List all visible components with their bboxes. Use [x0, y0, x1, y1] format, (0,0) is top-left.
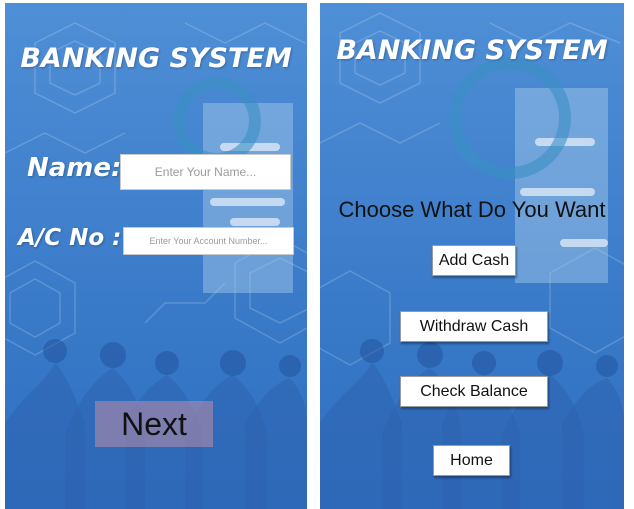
app-title: BANKING SYSTEM	[20, 43, 292, 74]
name-label: Name:	[27, 153, 122, 183]
check-balance-button[interactable]: Check Balance	[400, 376, 548, 407]
login-screen: BANKING SYSTEM Name: A/C No : Next	[5, 3, 307, 509]
name-input[interactable]	[120, 154, 291, 190]
screen-divider	[307, 0, 320, 509]
account-number-input[interactable]	[123, 227, 294, 255]
add-cash-button[interactable]: Add Cash	[432, 245, 516, 276]
next-button[interactable]: Next	[95, 401, 213, 447]
menu-prompt: Choose What Do You Want	[338, 197, 606, 222]
app-title: BANKING SYSTEM	[336, 35, 608, 66]
home-button[interactable]: Home	[433, 445, 510, 476]
menu-screen: BANKING SYSTEM Choose What Do You Want A…	[320, 3, 624, 509]
account-label: A/C No :	[18, 225, 122, 251]
withdraw-cash-button[interactable]: Withdraw Cash	[400, 311, 548, 342]
